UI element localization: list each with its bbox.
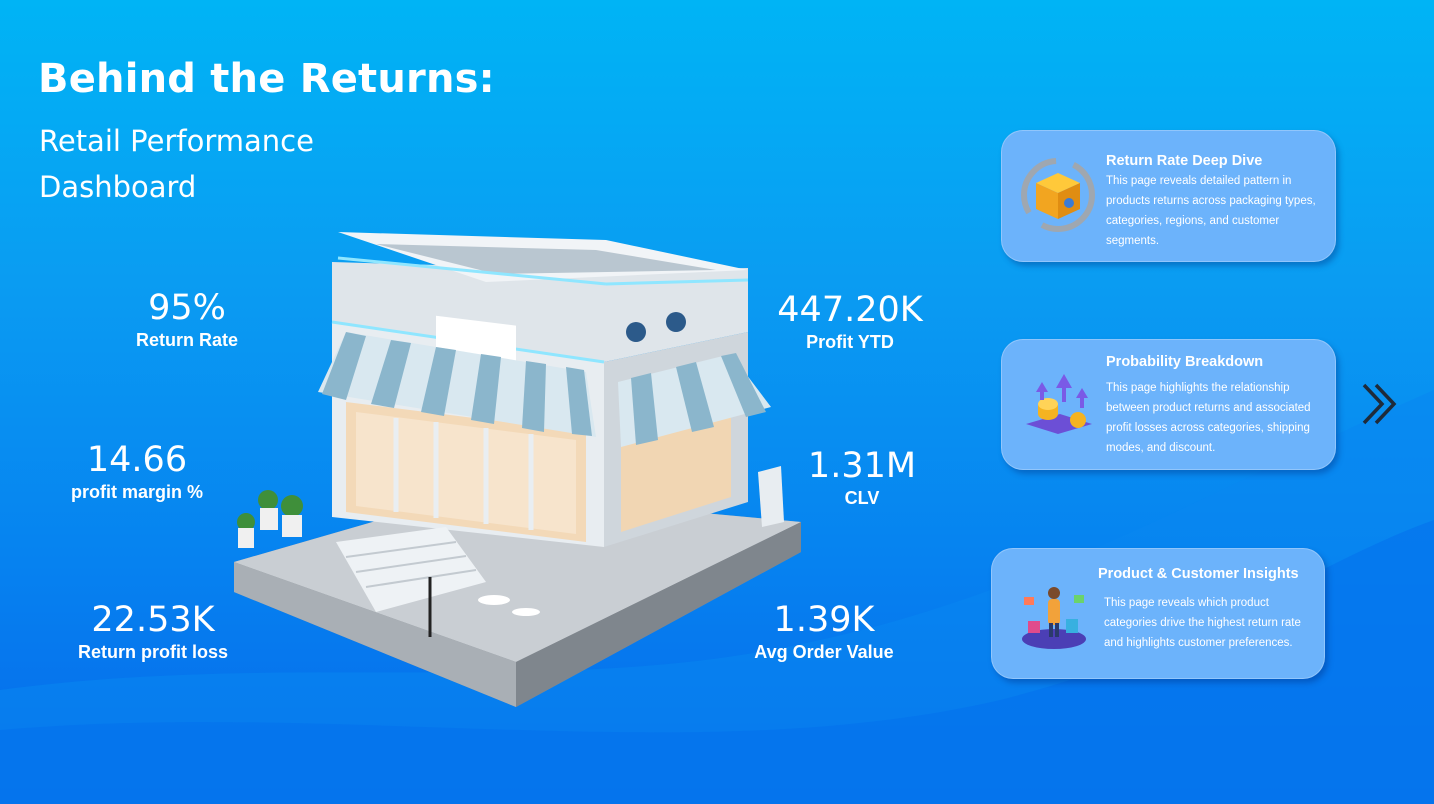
nav-card-product-customer-insights[interactable]: Product & Customer Insights This page re…	[991, 548, 1325, 679]
kpi-return-rate: 95% Return Rate	[136, 288, 238, 351]
nav-card-description: This page reveals which product categori…	[1104, 597, 1301, 649]
kpi-label: profit margin %	[70, 482, 204, 502]
nav-card-description: This page highlights the relationship be…	[1106, 382, 1311, 454]
kpi-clv: 1.31M CLV	[808, 446, 916, 509]
kpi-label: Return Rate	[135, 330, 239, 350]
page-subtitle: Retail Performance Dashboard	[39, 124, 314, 204]
nav-card-description: This page reveals detailed pattern in pr…	[1106, 175, 1316, 247]
page-title: Behind the Returns:	[38, 56, 495, 102]
return-box-icon	[1021, 158, 1095, 232]
nav-card-return-rate[interactable]: Return Rate Deep Dive This page reveals …	[1001, 130, 1336, 262]
nav-card-title: Probability Breakdown	[1106, 354, 1264, 370]
kpi-value: 14.66	[86, 440, 188, 480]
kpi-value: 22.53K	[91, 600, 215, 640]
kpi-value: 95%	[148, 288, 226, 328]
shopper-icon	[1022, 587, 1086, 649]
kpi-value: 1.31M	[807, 446, 917, 486]
kpi-label: Return profit loss	[77, 642, 229, 662]
retail-store-illustration	[234, 232, 801, 707]
kpi-label: CLV	[844, 488, 880, 508]
profit-loss-coins-icon	[1026, 374, 1092, 434]
nav-card-title: Return Rate Deep Dive	[1106, 153, 1263, 169]
double-chevron-right-icon[interactable]	[1360, 381, 1400, 427]
nav-card-title: Product & Customer Insights	[1098, 566, 1299, 582]
nav-card-probability-breakdown[interactable]: Probability Breakdown This page highligh…	[1001, 339, 1336, 470]
kpi-profit-margin: 14.66 profit margin %	[71, 440, 203, 503]
kpi-return-profit-loss: 22.53K Return profit loss	[78, 600, 228, 663]
